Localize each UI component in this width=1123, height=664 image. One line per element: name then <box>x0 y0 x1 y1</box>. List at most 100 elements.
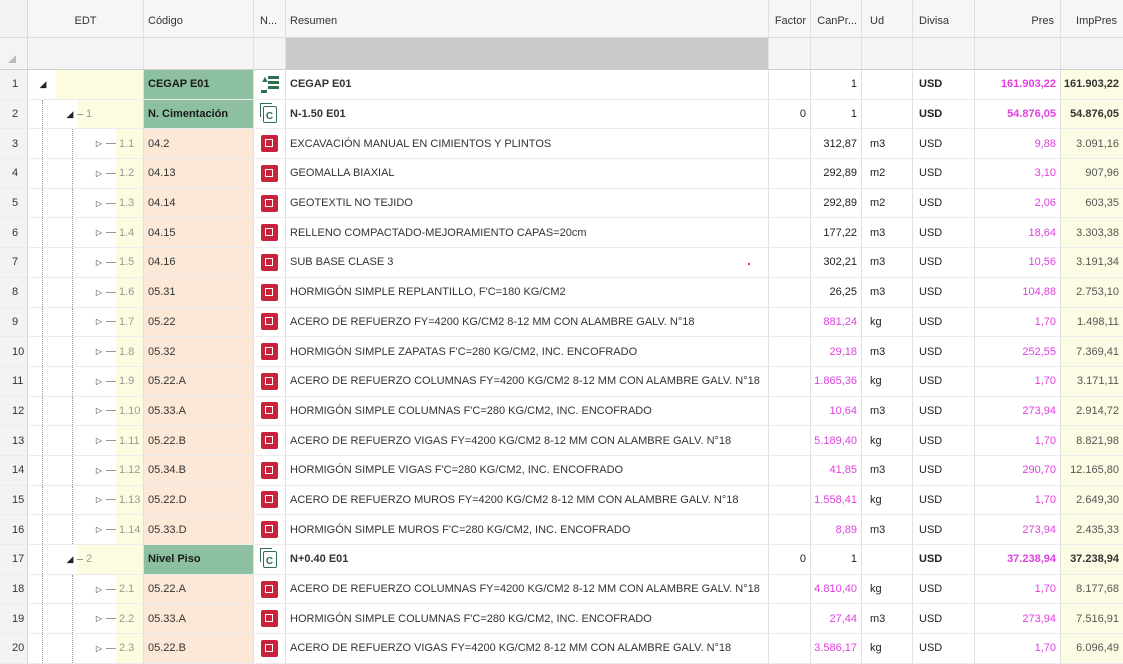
filter-divisa[interactable] <box>913 38 975 69</box>
edt-cell[interactable]: ◢ 2 <box>28 545 144 574</box>
pres-cell[interactable]: 252,55 <box>975 337 1061 366</box>
table-row[interactable]: 3 ▷ 1.1 04.2 EXCAVACIÓN MANUAL EN CIMIENTOS … <box>0 129 1123 160</box>
resumen-cell[interactable]: HORMIGÓN SIMPLE ZAPATAS F'C=280 KG/CM2, … <box>286 337 769 366</box>
filter-factor[interactable] <box>769 38 811 69</box>
codigo-cell[interactable]: 05.22 <box>144 307 254 337</box>
pres-cell[interactable]: 10,56 <box>975 248 1061 277</box>
factor-cell[interactable] <box>769 366 811 396</box>
table-row[interactable]: 4 ▷ 1.2 04.13 GEOMALLA BIAXIAL 292,89 m2 USD 3,1… <box>0 159 1123 189</box>
divisa-cell[interactable]: USD <box>913 277 975 307</box>
ud-cell[interactable]: kg <box>862 307 913 337</box>
edt-cell[interactable]: ◢ 1 <box>28 99 144 129</box>
edt-cell[interactable]: ▷ 2.1 <box>28 574 144 604</box>
divisa-cell[interactable]: USD <box>913 515 975 544</box>
pres-cell[interactable]: 1,70 <box>975 307 1061 337</box>
nature-cell[interactable] <box>254 129 286 159</box>
ud-cell[interactable]: m3 <box>862 337 913 366</box>
row-number[interactable]: 13 <box>0 426 28 455</box>
table-row[interactable]: 19 ▷ 2.2 05.33.A HORMIGÓN SIMPLE COLUMNAS F'… <box>0 604 1123 635</box>
resumen-cell[interactable]: HORMIGÓN SIMPLE VIGAS F'C=280 KG/CM2, IN… <box>286 455 769 485</box>
expand-toggle-icon[interactable]: ▷ <box>94 228 104 237</box>
canpres-cell[interactable]: 29,18 <box>811 337 862 366</box>
pres-cell[interactable]: 37.238,94 <box>975 545 1061 574</box>
codigo-cell[interactable]: 05.22.D <box>144 485 254 515</box>
row-number[interactable]: 20 <box>0 634 28 663</box>
resumen-cell[interactable]: ACERO DE REFUERZO FY=4200 KG/CM2 8-12 MM… <box>286 307 769 337</box>
table-row[interactable]: 10 ▷ 1.8 05.32 HORMIGÓN SIMPLE ZAPATAS F'C=2… <box>0 337 1123 367</box>
expand-toggle-icon[interactable]: ▷ <box>94 258 104 267</box>
ud-cell[interactable]: m3 <box>862 396 913 426</box>
nature-cell[interactable] <box>254 485 286 515</box>
codigo-cell[interactable]: 05.22.A <box>144 366 254 396</box>
row-number[interactable]: 17 <box>0 545 28 574</box>
pres-cell[interactable]: 273,94 <box>975 604 1061 634</box>
imppres-cell[interactable]: 161.903,22 <box>1061 70 1123 99</box>
nature-cell[interactable] <box>254 634 286 663</box>
filter-codigo[interactable] <box>144 38 254 69</box>
imppres-cell[interactable]: 37.238,94 <box>1061 545 1123 574</box>
ud-cell[interactable]: kg <box>862 426 913 455</box>
codigo-cell[interactable]: Nivel Piso <box>144 545 254 574</box>
expand-toggle-icon[interactable]: ▷ <box>94 466 104 475</box>
row-number[interactable]: 5 <box>0 188 28 218</box>
resumen-cell[interactable]: EXCAVACIÓN MANUAL EN CIMIENTOS Y PLINTOS <box>286 129 769 159</box>
edt-cell[interactable]: ▷ 1.13 <box>28 485 144 515</box>
divisa-cell[interactable]: USD <box>913 99 975 129</box>
pres-cell[interactable]: 1,70 <box>975 574 1061 604</box>
canpres-cell[interactable]: 3.586,17 <box>811 634 862 663</box>
edt-cell[interactable]: ▷ 1.14 <box>28 515 144 544</box>
imppres-cell[interactable]: 8.821,98 <box>1061 426 1123 455</box>
canpres-cell[interactable]: 312,87 <box>811 129 862 159</box>
expand-toggle-icon[interactable]: ▷ <box>94 169 104 178</box>
nature-cell[interactable] <box>254 604 286 634</box>
filter-edt[interactable] <box>28 38 144 69</box>
table-row[interactable]: 9 ▷ 1.7 05.22 ACERO DE REFUERZO FY=4200 KG/C… <box>0 307 1123 338</box>
expand-toggle-icon[interactable]: ▷ <box>94 644 104 653</box>
divisa-cell[interactable]: USD <box>913 634 975 663</box>
codigo-cell[interactable]: 05.31 <box>144 277 254 307</box>
edt-cell[interactable]: ▷ 1.2 <box>28 159 144 188</box>
edt-cell[interactable]: ▷ 1.3 <box>28 188 144 218</box>
factor-cell[interactable] <box>769 218 811 248</box>
expand-toggle-icon[interactable]: ▷ <box>94 347 104 356</box>
imppres-cell[interactable]: 907,96 <box>1061 159 1123 188</box>
select-all-corner[interactable] <box>0 0 28 37</box>
factor-cell[interactable] <box>769 277 811 307</box>
resumen-cell[interactable]: HORMIGÓN SIMPLE REPLANTILLO, F'C=180 KG/… <box>286 277 769 307</box>
row-number[interactable]: 3 <box>0 129 28 159</box>
expand-toggle-icon[interactable]: ▷ <box>94 495 104 504</box>
divisa-cell[interactable]: USD <box>913 485 975 515</box>
factor-cell[interactable] <box>769 188 811 218</box>
row-number[interactable]: 11 <box>0 366 28 396</box>
edt-cell[interactable]: ◢ <box>28 70 144 99</box>
divisa-cell[interactable]: USD <box>913 426 975 455</box>
ud-cell[interactable] <box>862 70 913 99</box>
nature-cell[interactable] <box>254 277 286 307</box>
table-row[interactable]: 11 ▷ 1.9 05.22.A ACERO DE REFUERZO COLUMNAS … <box>0 366 1123 397</box>
canpres-cell[interactable]: 292,89 <box>811 188 862 218</box>
pres-cell[interactable]: 1,70 <box>975 634 1061 663</box>
codigo-cell[interactable]: 04.14 <box>144 188 254 218</box>
imppres-cell[interactable]: 603,35 <box>1061 188 1123 218</box>
divisa-cell[interactable]: USD <box>913 574 975 604</box>
filter-nat[interactable] <box>254 38 286 69</box>
expand-toggle-icon[interactable]: ▷ <box>94 139 104 148</box>
row-number[interactable]: 6 <box>0 218 28 248</box>
canpres-cell[interactable]: 27,44 <box>811 604 862 634</box>
divisa-cell[interactable]: USD <box>913 604 975 634</box>
factor-cell[interactable] <box>769 129 811 159</box>
imppres-cell[interactable]: 7.369,41 <box>1061 337 1123 366</box>
nature-cell[interactable] <box>254 366 286 396</box>
table-row[interactable]: 12 ▷ 1.10 05.33.A HORMIGÓN SIMPLE COLUMNAS F… <box>0 396 1123 427</box>
column-header-factor[interactable]: Factor <box>769 0 811 37</box>
edt-cell[interactable]: ▷ 1.8 <box>28 337 144 366</box>
canpres-cell[interactable]: 1 <box>811 545 862 574</box>
nature-cell[interactable] <box>254 396 286 426</box>
resumen-cell[interactable]: ACERO DE REFUERZO MUROS FY=4200 KG/CM2 8… <box>286 485 769 515</box>
nature-cell[interactable] <box>254 307 286 337</box>
row-number[interactable]: 8 <box>0 277 28 307</box>
table-row[interactable]: 18 ▷ 2.1 05.22.A ACERO DE REFUERZO COLUMNAS … <box>0 574 1123 605</box>
column-header-codigo[interactable]: Código <box>144 0 254 37</box>
divisa-cell[interactable]: USD <box>913 337 975 366</box>
nature-cell[interactable] <box>254 337 286 366</box>
